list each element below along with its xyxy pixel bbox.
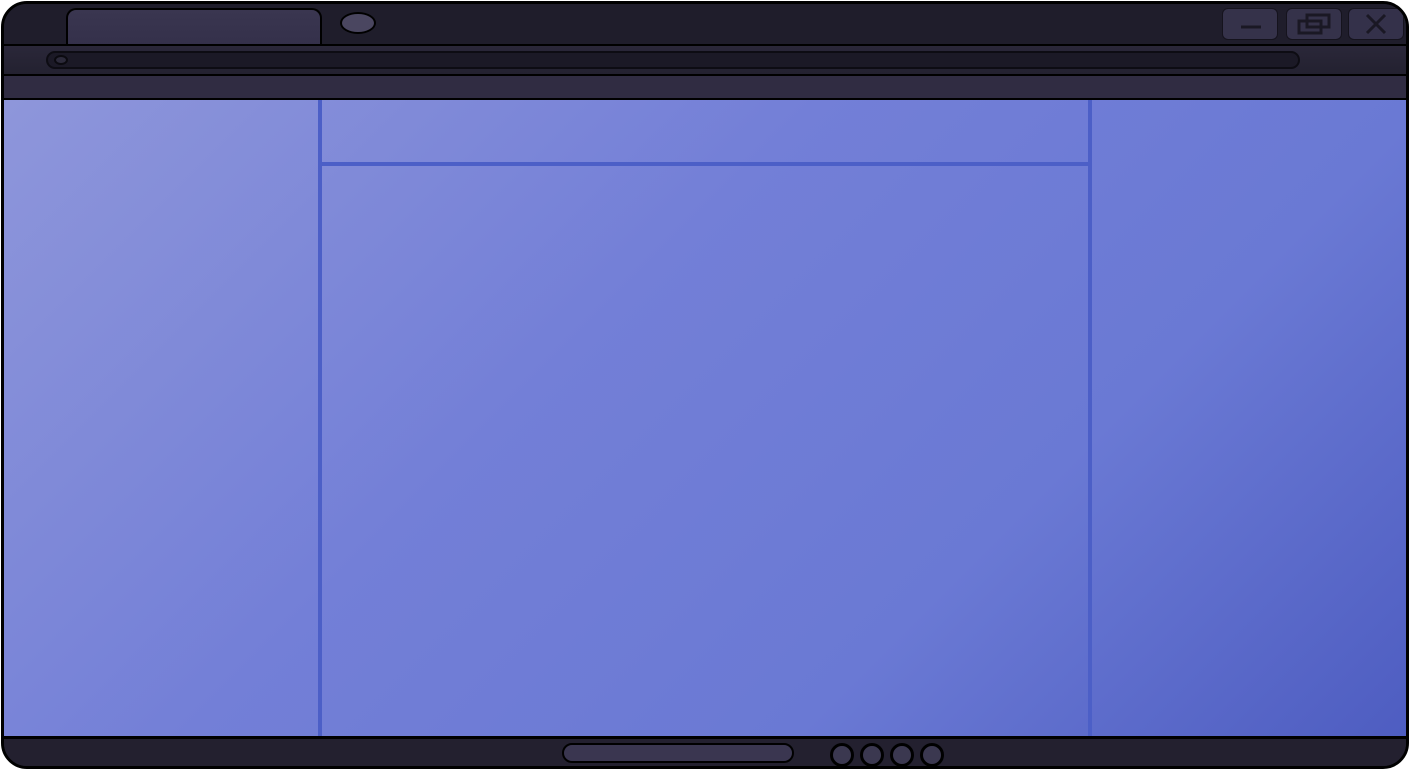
minimize-button[interactable]	[1222, 8, 1278, 40]
minimize-icon	[1241, 25, 1261, 29]
title-bar	[4, 4, 1406, 46]
center-panel	[322, 100, 1088, 736]
center-header	[322, 100, 1088, 166]
new-tab-button[interactable]	[340, 12, 376, 34]
pager-dot[interactable]	[920, 743, 944, 766]
status-bar	[4, 736, 1406, 766]
address-bar-row	[4, 44, 1406, 76]
pager-dot[interactable]	[860, 743, 884, 766]
right-panel	[1088, 100, 1406, 736]
close-icon	[1365, 13, 1387, 35]
pager-dot[interactable]	[830, 743, 854, 766]
center-body	[322, 166, 1088, 736]
site-info-icon[interactable]	[54, 55, 68, 65]
url-field[interactable]	[46, 51, 1300, 69]
browser-window	[1, 1, 1409, 769]
page-content	[4, 100, 1406, 736]
close-button[interactable]	[1348, 8, 1404, 40]
restore-icon	[1297, 13, 1331, 35]
active-tab[interactable]	[66, 8, 322, 46]
restore-button[interactable]	[1286, 8, 1342, 40]
left-panel	[4, 100, 322, 736]
pager-dot[interactable]	[890, 743, 914, 766]
bookmarks-bar	[4, 76, 1406, 100]
status-pill[interactable]	[562, 743, 794, 763]
